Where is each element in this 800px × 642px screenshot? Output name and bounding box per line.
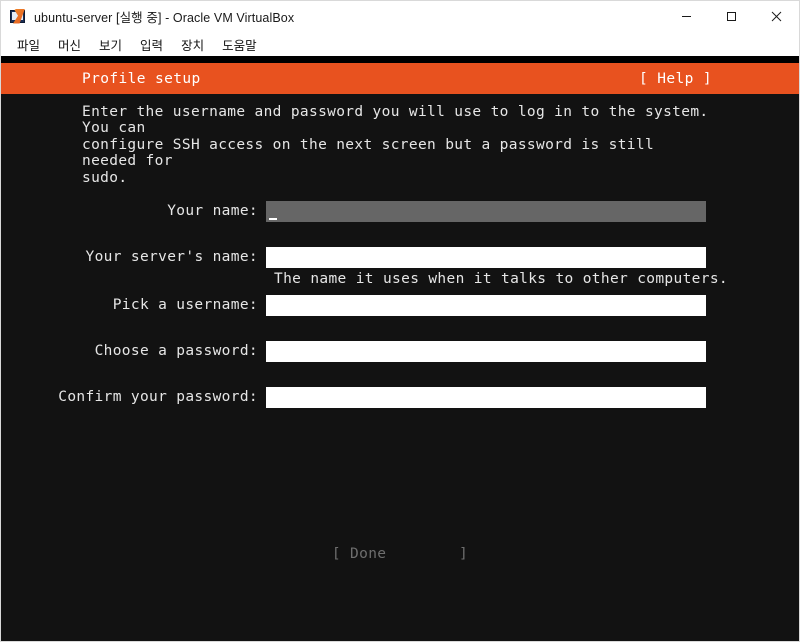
close-icon [771,11,782,22]
form-spacer [1,223,799,247]
label-password: Choose a password: [94,343,258,360]
form-spacer [1,288,799,295]
input-your-name[interactable] [266,201,706,223]
intro-text: Enter the username and password you will… [82,104,709,186]
form-spacer [1,317,799,341]
field-row-confirm-password: Confirm your password: [1,387,799,409]
hint-server-name: The name it uses when it talks to other … [274,271,728,288]
window-controls [664,1,799,32]
field-row-your-name: Your name: [1,201,799,223]
guest-terminal-screen: Profile setup [ Help ] Enter the usernam… [1,63,799,641]
footer-actions: [ Done ] [1,546,799,562]
label-confirm-password: Confirm your password: [58,389,258,406]
window-titlebar: ubuntu-server [실행 중] - Oracle VM Virtual… [1,1,799,32]
form-spacer [1,363,799,387]
minimize-button[interactable] [664,1,709,32]
minimize-icon [682,16,691,17]
maximize-icon [727,12,736,21]
input-username[interactable] [266,295,706,317]
menu-item-help[interactable]: 도움말 [213,33,266,56]
installer-body: Enter the username and password you will… [1,94,799,562]
maximize-button[interactable] [709,1,754,32]
menu-item-file[interactable]: 파일 [8,33,49,56]
label-username: Pick a username: [112,297,258,314]
profile-form: Your name: Your server's name: The name … [1,201,799,409]
installer-header-bar: Profile setup [ Help ] [1,63,799,94]
menu-item-machine[interactable]: 머신 [49,33,90,56]
page-title: Profile setup [82,70,201,87]
help-button[interactable]: [ Help ] [639,71,712,87]
label-server-name: Your server's name: [85,249,258,266]
input-password[interactable] [266,341,706,363]
label-your-name: Your name: [167,203,258,220]
guest-screen-padding [1,56,799,63]
virtualbox-window: ubuntu-server [실행 중] - Oracle VM Virtual… [0,0,800,642]
text-cursor [269,218,277,221]
menubar: 파일 머신 보기 입력 장치 도움말 [1,32,799,56]
input-server-name[interactable] [266,247,706,269]
close-button[interactable] [754,1,799,32]
virtualbox-icon [10,8,26,25]
field-row-server-name: Your server's name: [1,247,799,269]
field-row-username: Pick a username: [1,295,799,317]
done-button[interactable]: [ Done ] [332,546,468,562]
input-confirm-password[interactable] [266,387,706,409]
menu-item-input[interactable]: 입력 [131,33,172,56]
window-title: ubuntu-server [실행 중] - Oracle VM Virtual… [34,11,295,25]
menu-item-view[interactable]: 보기 [90,33,131,56]
menu-item-devices[interactable]: 장치 [172,33,213,56]
field-row-password: Choose a password: [1,341,799,363]
